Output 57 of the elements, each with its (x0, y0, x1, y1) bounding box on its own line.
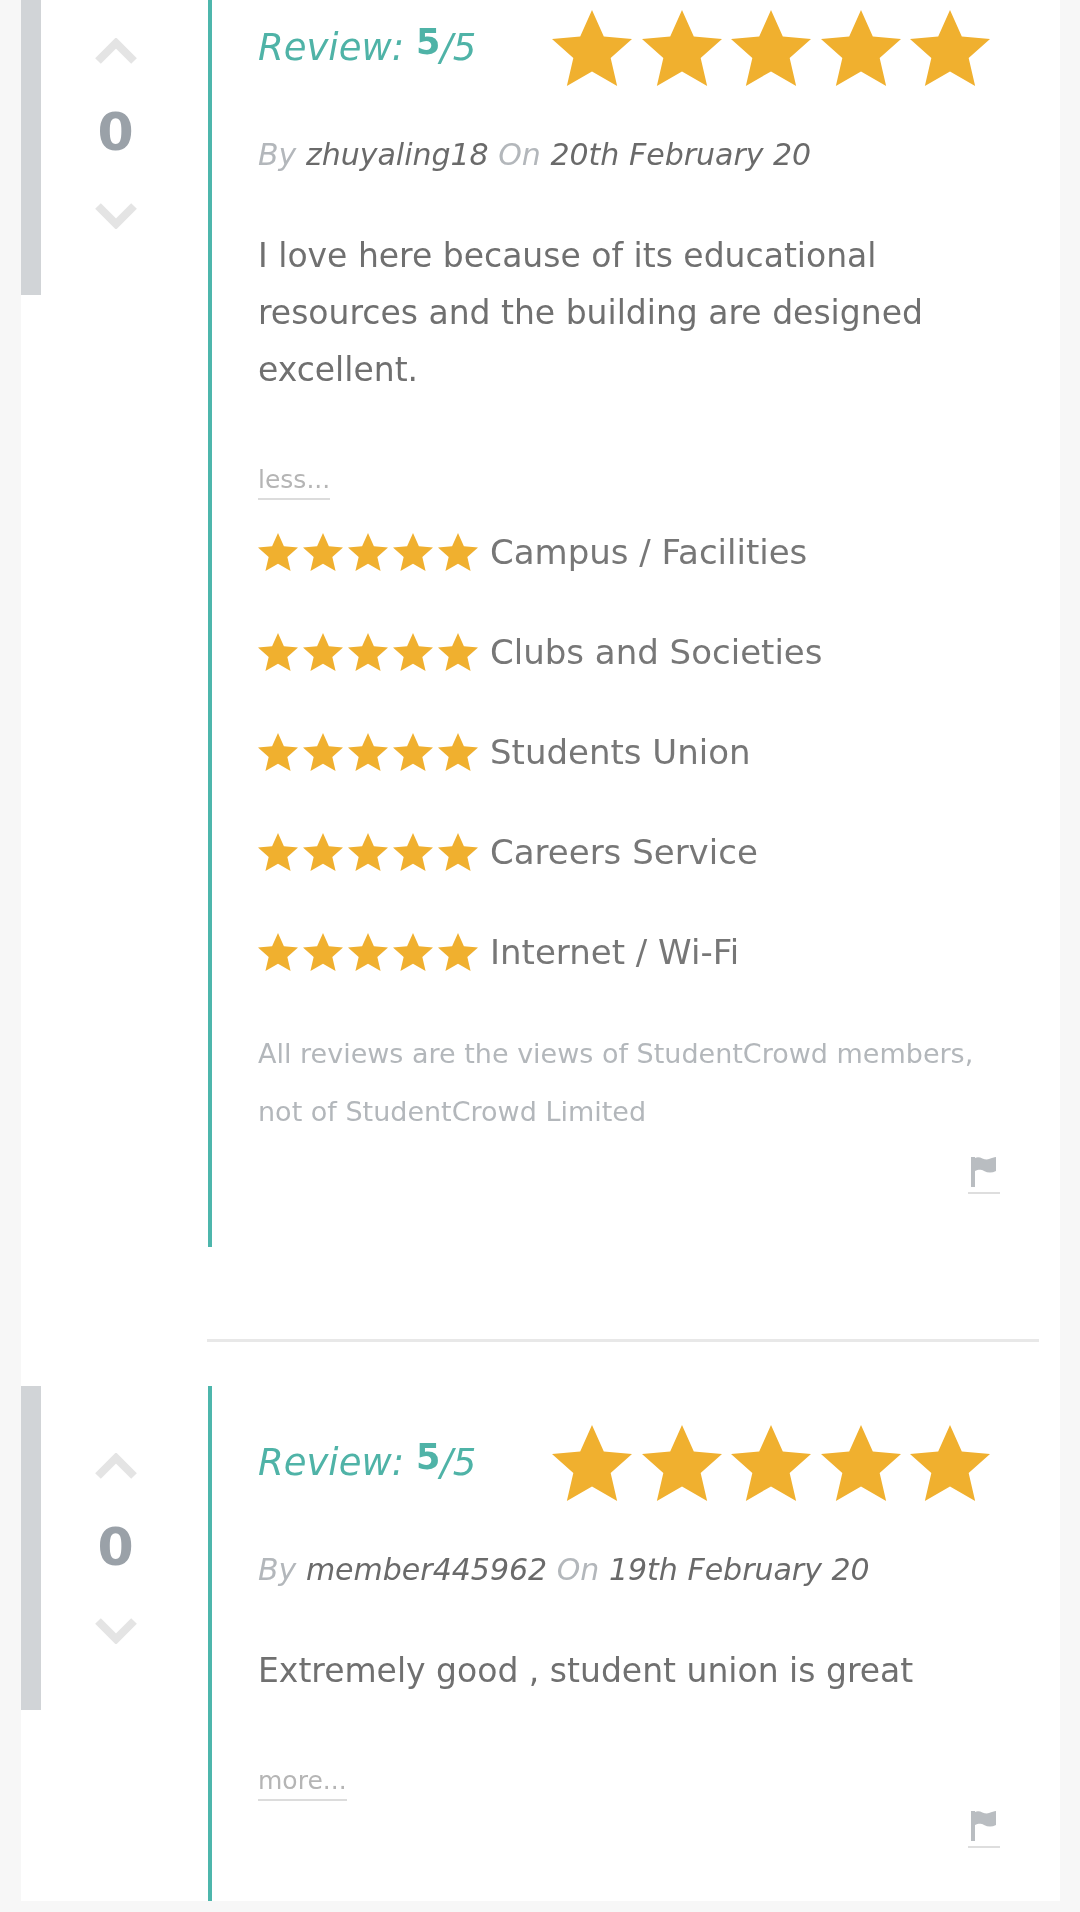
star-icon (552, 10, 632, 86)
star-icon (438, 633, 478, 671)
star-icon (258, 833, 298, 871)
star-icon (552, 1425, 632, 1501)
star-icon (348, 533, 388, 571)
star-icon (258, 733, 298, 771)
rating-category-label: Clubs and Societies (490, 631, 823, 674)
disclaimer-text: All reviews are the views of StudentCrowd members, not of StudentCrowd Limited (258, 1037, 975, 1129)
star-icon (393, 533, 433, 571)
star-icon (258, 633, 298, 671)
rating-category-label: Internet / Wi-Fi (490, 931, 740, 974)
star-icon (731, 1425, 811, 1501)
chevron-down-icon[interactable] (93, 1618, 138, 1644)
star-icon (438, 933, 478, 971)
star-icon (348, 833, 388, 871)
rating-category-label: Students Union (490, 731, 751, 774)
star-icon (393, 833, 433, 871)
star-icon (348, 633, 388, 671)
star-icon (438, 833, 478, 871)
star-icon (258, 533, 298, 571)
star-icon (438, 733, 478, 771)
star-icon (303, 833, 343, 871)
chevron-up-icon[interactable] (93, 38, 138, 64)
star-icon (820, 10, 901, 86)
rating-category-label: Careers Service (490, 831, 758, 874)
star-icon (641, 10, 722, 86)
chevron-down-icon[interactable] (93, 203, 138, 229)
star-icon (641, 1425, 722, 1501)
star-icon (348, 733, 388, 771)
star-icon (393, 633, 433, 671)
review-text: Extremely good , student union is great (258, 1650, 915, 1692)
star-icon (303, 733, 343, 771)
vote-count: 0 (97, 102, 134, 162)
toggle-link[interactable]: less... (258, 465, 331, 500)
vote-count: 0 (97, 1517, 134, 1577)
star-icon (393, 933, 433, 971)
review-score: Review: 5/5 (258, 23, 478, 71)
toggle-link[interactable]: more... (258, 1766, 347, 1801)
star-icon (910, 10, 990, 86)
star-icon (910, 1425, 990, 1501)
review-byline: By member445962 On 19th February 20 (258, 1551, 871, 1589)
review-text: I love here because of its educational resources and the building are designed excellent. (258, 235, 924, 391)
star-icon (303, 633, 343, 671)
flag-icon[interactable] (968, 1809, 1000, 1849)
star-icon (731, 10, 811, 86)
review-byline: By zhuyaling18 On 20th February 20 (258, 136, 813, 174)
star-icon (820, 1425, 901, 1501)
star-icon (393, 733, 433, 771)
review-score: Review: 5/5 (258, 1438, 478, 1486)
chevron-up-icon[interactable] (93, 1453, 138, 1479)
star-icon (258, 933, 298, 971)
star-icon (303, 533, 343, 571)
rating-category-label: Campus / Facilities (490, 531, 808, 574)
flag-icon[interactable] (968, 1155, 1000, 1195)
star-icon (303, 933, 343, 971)
star-icon (438, 533, 478, 571)
star-icon (348, 933, 388, 971)
